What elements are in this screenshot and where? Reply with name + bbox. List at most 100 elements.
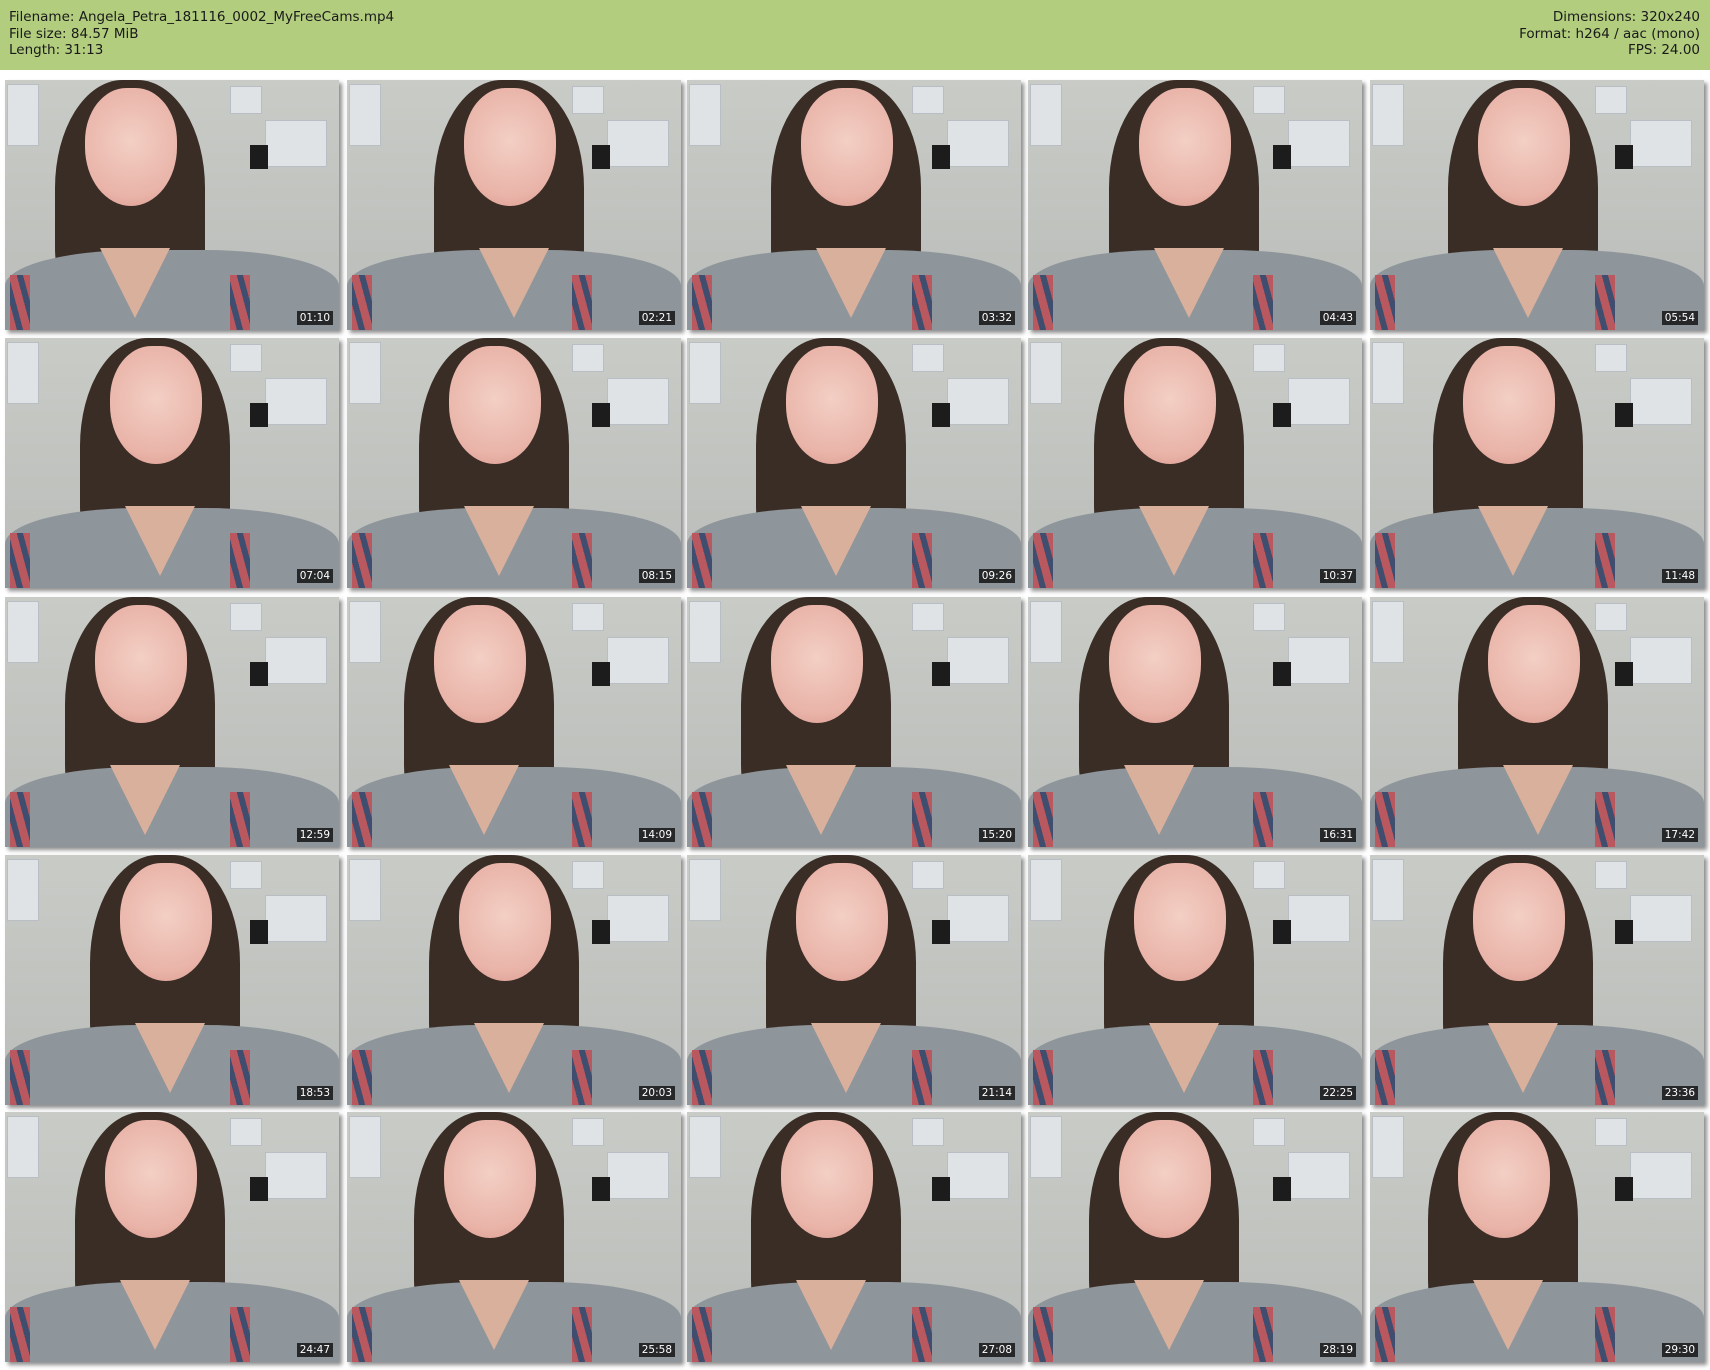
video-thumbnail[interactable]: 14:09 bbox=[347, 597, 681, 847]
timestamp: 29:30 bbox=[1661, 1343, 1698, 1357]
video-thumbnail[interactable]: 21:14 bbox=[687, 855, 1021, 1105]
wall-poster bbox=[349, 859, 381, 921]
face bbox=[1139, 88, 1231, 206]
sleeve-stripe bbox=[352, 792, 372, 847]
sleeve-stripe bbox=[230, 1307, 250, 1362]
sleeve-stripe bbox=[1595, 1050, 1615, 1105]
sleeve-stripe bbox=[1033, 533, 1053, 588]
video-thumbnail[interactable]: 04:43 bbox=[1028, 80, 1362, 330]
video-thumbnail[interactable]: 20:03 bbox=[347, 855, 681, 1105]
video-thumbnail[interactable]: 12:59 bbox=[5, 597, 339, 847]
wall-sign bbox=[250, 1177, 268, 1201]
wall-poster bbox=[912, 344, 944, 372]
face bbox=[796, 863, 888, 981]
sleeve-stripe bbox=[572, 792, 592, 847]
wall-sign bbox=[592, 145, 610, 169]
video-thumbnail[interactable]: 28:19 bbox=[1028, 1112, 1362, 1362]
sleeve-stripe bbox=[230, 275, 250, 330]
sleeve-stripe bbox=[1253, 533, 1273, 588]
video-thumbnail[interactable]: 08:15 bbox=[347, 338, 681, 588]
video-thumbnail[interactable]: 11:48 bbox=[1370, 338, 1704, 588]
video-thumbnail[interactable]: 05:54 bbox=[1370, 80, 1704, 330]
wall-poster bbox=[1372, 859, 1404, 921]
face bbox=[449, 346, 541, 464]
video-thumbnail[interactable]: 16:31 bbox=[1028, 597, 1362, 847]
timestamp: 16:31 bbox=[1319, 828, 1356, 842]
video-thumbnail[interactable]: 29:30 bbox=[1370, 1112, 1704, 1362]
face bbox=[459, 863, 551, 981]
wall-poster bbox=[1595, 1118, 1627, 1146]
video-thumbnail[interactable]: 07:04 bbox=[5, 338, 339, 588]
shirt bbox=[1370, 1282, 1704, 1362]
wall-sign bbox=[932, 403, 950, 427]
video-thumbnail[interactable]: 23:36 bbox=[1370, 855, 1704, 1105]
face bbox=[434, 605, 526, 723]
sleeve-stripe bbox=[10, 275, 30, 330]
wall-sign bbox=[592, 920, 610, 944]
wall-poster bbox=[689, 859, 721, 921]
sleeve-stripe bbox=[1595, 533, 1615, 588]
face bbox=[801, 88, 893, 206]
face bbox=[1458, 1120, 1550, 1238]
wall-poster bbox=[1595, 344, 1627, 372]
sleeve-stripe bbox=[692, 275, 712, 330]
wall-poster bbox=[572, 1118, 604, 1146]
shirt bbox=[1028, 767, 1362, 847]
video-thumbnail[interactable]: 03:32 bbox=[687, 80, 1021, 330]
video-thumbnail[interactable]: 15:20 bbox=[687, 597, 1021, 847]
wall-poster bbox=[265, 1152, 327, 1199]
face bbox=[1473, 863, 1565, 981]
sleeve-stripe bbox=[352, 533, 372, 588]
video-thumbnail[interactable]: 02:21 bbox=[347, 80, 681, 330]
wall-poster bbox=[572, 603, 604, 631]
video-thumbnail[interactable]: 17:42 bbox=[1370, 597, 1704, 847]
video-thumbnail[interactable]: 25:58 bbox=[347, 1112, 681, 1362]
video-thumbnail[interactable]: 24:47 bbox=[5, 1112, 339, 1362]
wall-sign bbox=[1615, 1177, 1633, 1201]
dimensions: Dimensions: 320x240 bbox=[1552, 9, 1700, 25]
video-thumbnail[interactable]: 01:10 bbox=[5, 80, 339, 330]
wall-sign bbox=[932, 920, 950, 944]
timestamp: 22:25 bbox=[1319, 1086, 1356, 1100]
wall-poster bbox=[1253, 861, 1285, 889]
sleeve-stripe bbox=[572, 533, 592, 588]
timestamp: 23:36 bbox=[1661, 1086, 1698, 1100]
wall-poster bbox=[607, 378, 669, 425]
wall-poster bbox=[1372, 84, 1404, 146]
face bbox=[1478, 88, 1570, 206]
wall-poster bbox=[1595, 861, 1627, 889]
video-thumbnail[interactable]: 10:37 bbox=[1028, 338, 1362, 588]
face bbox=[464, 88, 556, 206]
sleeve-stripe bbox=[352, 1307, 372, 1362]
timestamp: 17:42 bbox=[1661, 828, 1698, 842]
wall-poster bbox=[1253, 603, 1285, 631]
sleeve-stripe bbox=[1375, 275, 1395, 330]
face bbox=[1463, 346, 1555, 464]
video-thumbnail[interactable]: 22:25 bbox=[1028, 855, 1362, 1105]
wall-sign bbox=[250, 145, 268, 169]
sleeve-stripe bbox=[230, 1050, 250, 1105]
wall-poster bbox=[947, 895, 1009, 942]
video-thumbnail[interactable]: 27:08 bbox=[687, 1112, 1021, 1362]
timestamp: 08:15 bbox=[638, 569, 675, 583]
wall-poster bbox=[1595, 603, 1627, 631]
wall-poster bbox=[7, 342, 39, 404]
wall-poster bbox=[1030, 1116, 1062, 1178]
wall-sign bbox=[1273, 1177, 1291, 1201]
wall-poster bbox=[912, 861, 944, 889]
sleeve-stripe bbox=[1253, 1050, 1273, 1105]
wall-poster bbox=[349, 601, 381, 663]
wall-poster bbox=[265, 378, 327, 425]
wall-poster bbox=[1288, 378, 1350, 425]
wall-sign bbox=[1273, 920, 1291, 944]
wall-poster bbox=[1372, 1116, 1404, 1178]
wall-poster bbox=[1253, 344, 1285, 372]
wall-sign bbox=[250, 662, 268, 686]
video-thumbnail[interactable]: 09:26 bbox=[687, 338, 1021, 588]
shirt bbox=[5, 250, 339, 330]
wall-poster bbox=[7, 84, 39, 146]
video-thumbnail[interactable]: 18:53 bbox=[5, 855, 339, 1105]
face bbox=[1488, 605, 1580, 723]
sleeve-stripe bbox=[572, 275, 592, 330]
sleeve-stripe bbox=[10, 1050, 30, 1105]
